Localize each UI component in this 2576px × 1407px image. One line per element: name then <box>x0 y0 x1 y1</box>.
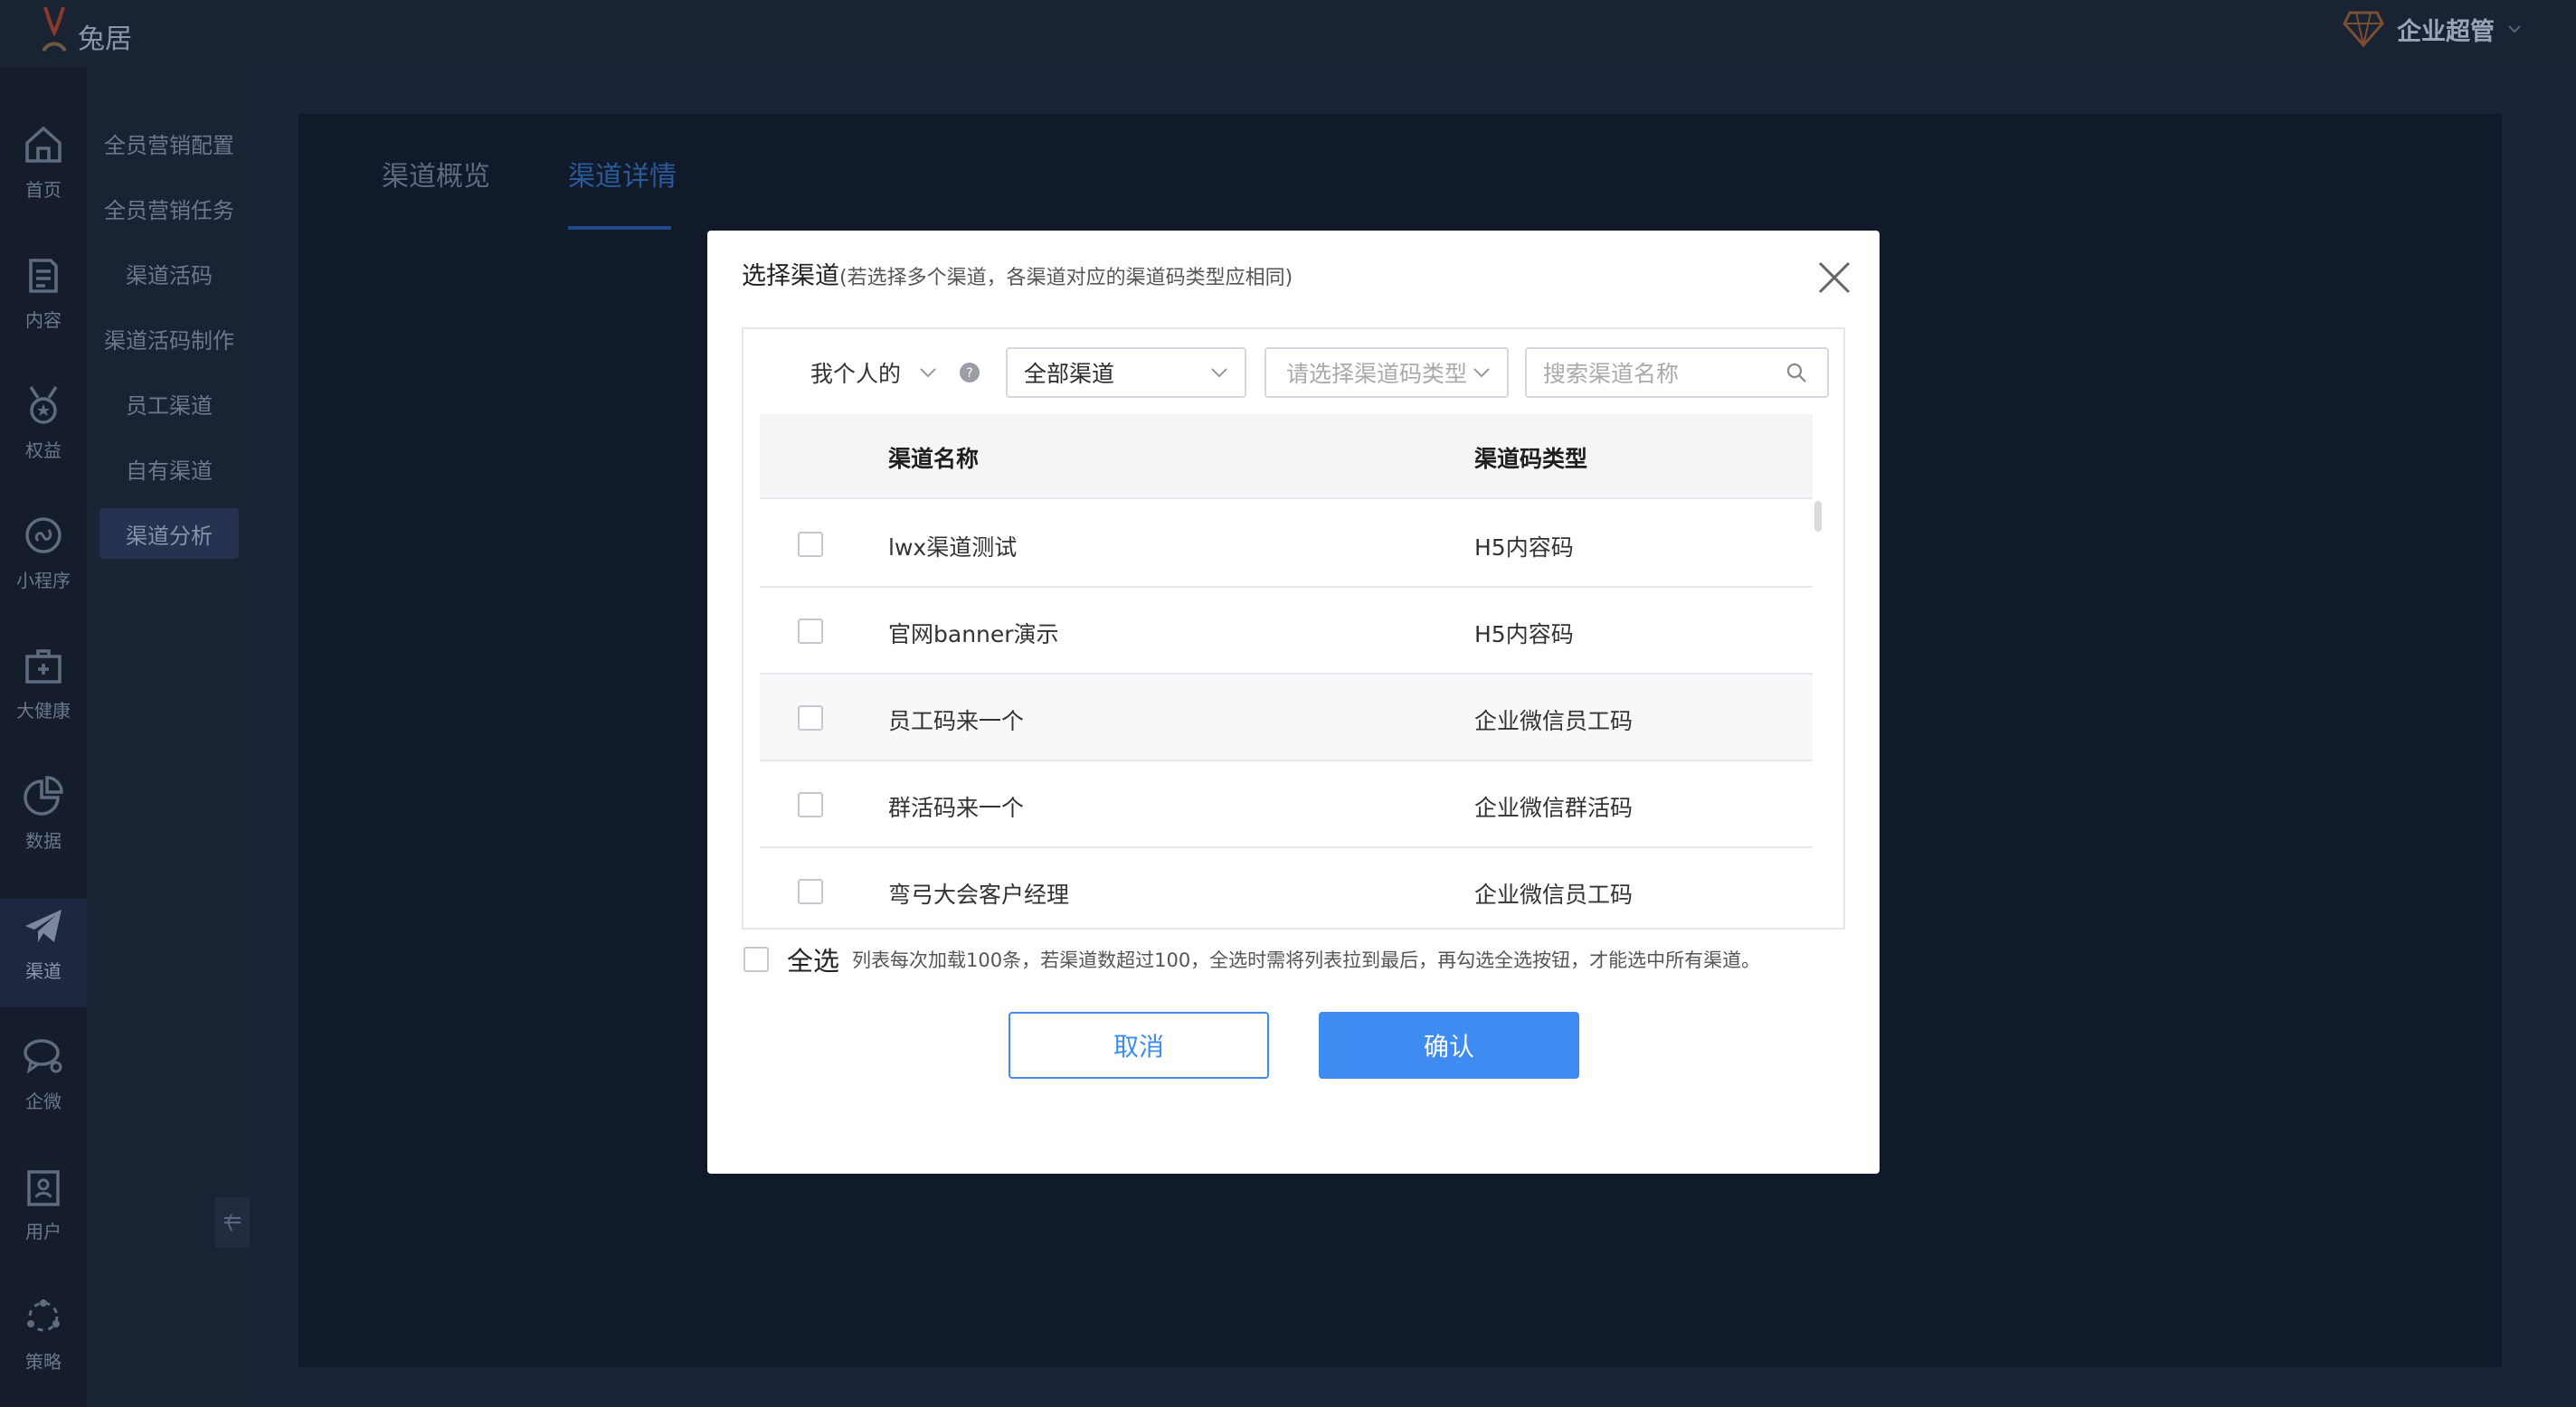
chevron-down-icon <box>920 368 936 378</box>
select-all-hint: 列表每次加载100条，若渠道数超过100，全选时需将列表拉到最后，再勾选全选按钮… <box>852 949 1761 971</box>
row-checkbox[interactable] <box>798 532 823 557</box>
code-type: 企业微信群活码 <box>1474 795 1634 821</box>
cancel-button[interactable]: 取消 <box>1009 1012 1269 1079</box>
code-type: 企业微信员工码 <box>1474 708 1634 734</box>
channel-name: lwx渠道测试 <box>888 534 1018 561</box>
channel-name: 官网banner演示 <box>888 621 1059 647</box>
svg-text:?: ? <box>966 366 972 381</box>
select-all-label[interactable]: 全选 <box>787 940 839 978</box>
code-type: H5内容码 <box>1474 534 1574 561</box>
select-all-checkbox[interactable] <box>743 947 769 972</box>
table-row[interactable]: lwx渠道测试 H5内容码 <box>760 501 1813 588</box>
confirm-button[interactable]: 确认 <box>1319 1012 1579 1079</box>
chevron-down-icon <box>1211 368 1227 378</box>
table-row[interactable]: 群活码来一个 企业微信群活码 <box>760 761 1813 848</box>
dialog-title: 选择渠道(若选择多个渠道，各渠道对应的渠道码类型应相同) <box>742 256 1293 291</box>
table-row[interactable]: 员工码来一个 企业微信员工码 <box>760 675 1813 761</box>
owner-filter-select[interactable]: 我个人的 ? <box>810 349 980 396</box>
column-header-type: 渠道码类型 <box>1474 446 1588 472</box>
dialog-subtitle: (若选择多个渠道，各渠道对应的渠道码类型应相同) <box>839 267 1293 289</box>
help-icon[interactable]: ? <box>959 362 980 383</box>
table-row[interactable]: 弯弓大会客户经理 企业微信员工码 <box>760 848 1813 928</box>
select-channel-dialog: 选择渠道(若选择多个渠道，各渠道对应的渠道码类型应相同) 我个人的 ? 全部渠道… <box>707 231 1880 1174</box>
row-checkbox[interactable] <box>798 619 823 644</box>
table-row[interactable]: 官网banner演示 H5内容码 <box>760 588 1813 675</box>
channel-name: 群活码来一个 <box>888 795 1025 821</box>
row-checkbox[interactable] <box>798 705 823 731</box>
code-type: 企业微信员工码 <box>1474 882 1634 908</box>
scrollbar-thumb[interactable] <box>1814 501 1822 532</box>
table-header: 渠道名称 渠道码类型 <box>760 414 1813 499</box>
channel-name: 弯弓大会客户经理 <box>888 882 1070 908</box>
app-root: 兔居 企业超管 首页 内容 权益 小程序 大健康 数据 渠道 企微 用户 策略 … <box>0 0 2576 1407</box>
dialog-title-text: 选择渠道 <box>742 262 839 290</box>
owner-filter-value: 我个人的 <box>810 361 902 387</box>
code-type: H5内容码 <box>1474 621 1574 647</box>
channel-search-input[interactable]: 搜索渠道名称 <box>1525 347 1829 398</box>
close-icon[interactable] <box>1814 258 1854 297</box>
select-all-row: 全选 列表每次加载100条，若渠道数超过100，全选时需将列表拉到最后，再勾选全… <box>743 940 1760 979</box>
search-placeholder: 搜索渠道名称 <box>1543 361 1680 387</box>
channel-list-panel: 我个人的 ? 全部渠道 请选择渠道码类型 搜索渠道名称 渠道名称 渠道码类型 l… <box>742 327 1845 930</box>
row-checkbox[interactable] <box>798 792 823 817</box>
channel-name: 员工码来一个 <box>888 708 1025 734</box>
chevron-down-icon <box>1473 368 1490 378</box>
column-header-name: 渠道名称 <box>888 446 980 472</box>
row-checkbox[interactable] <box>798 879 823 904</box>
list-scrollbar[interactable] <box>1813 501 1822 926</box>
channel-scope-select[interactable]: 全部渠道 <box>1006 347 1246 398</box>
code-type-select[interactable]: 请选择渠道码类型 <box>1264 347 1509 398</box>
code-type-placeholder: 请选择渠道码类型 <box>1286 361 1468 387</box>
search-icon[interactable] <box>1785 362 1807 383</box>
channel-scope-value: 全部渠道 <box>1024 361 1115 387</box>
